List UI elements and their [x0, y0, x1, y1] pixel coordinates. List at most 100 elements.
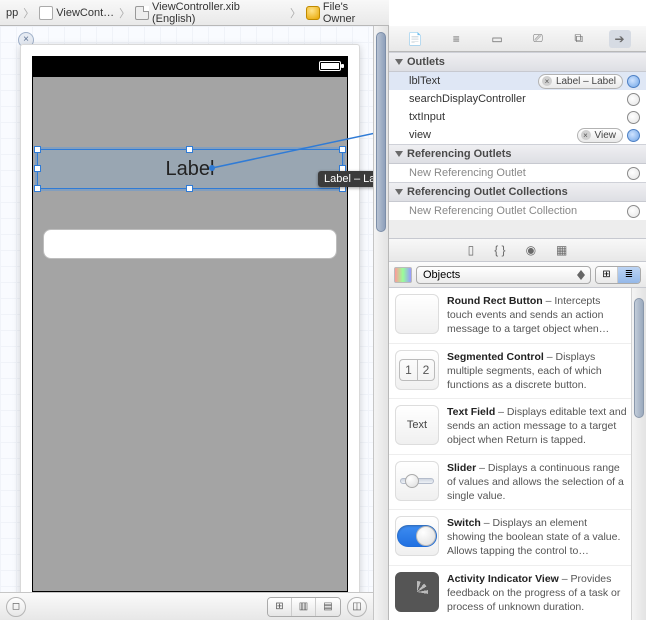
- uitextfield[interactable]: [43, 229, 337, 259]
- resize-handle[interactable]: [34, 146, 41, 153]
- scrollbar-knob[interactable]: [634, 298, 644, 418]
- referencing-outlets-header[interactable]: Referencing Outlets: [389, 144, 646, 164]
- file-inspector-tab-icon[interactable]: 📄: [404, 30, 426, 48]
- canvas-scrollbar-vertical[interactable]: [373, 26, 388, 620]
- outlets-section: lblText × Label – Label searchDisplayCon…: [389, 72, 646, 144]
- disclosure-triangle-icon: [395, 189, 403, 195]
- library-item-thumb: Text: [395, 405, 439, 445]
- quick-help-tab-icon[interactable]: ≡: [445, 30, 467, 48]
- referencing-outlets-section: New Referencing Outlet: [389, 164, 646, 182]
- library-tabs[interactable]: ▯ { } ◉ ▦: [389, 238, 646, 262]
- outlet-connector-dot[interactable]: [627, 93, 640, 106]
- outlet-row-view[interactable]: view × View: [389, 126, 646, 144]
- inspector-panel: 📄 ≡ ▭ ⎚ ⧉ ➔ Outlets lblText × Label – La…: [389, 26, 646, 620]
- outlet-connector-dot[interactable]: [627, 75, 640, 88]
- library-item-thumb: [395, 572, 439, 612]
- uilabel-selected[interactable]: Label: [37, 149, 343, 189]
- disconnect-icon[interactable]: ×: [581, 130, 591, 140]
- scrollbar-knob[interactable]: [376, 32, 386, 232]
- library-item[interactable]: Round Rect Button – Intercepts touch eve…: [389, 288, 646, 344]
- new-referencing-collection-row[interactable]: New Referencing Outlet Collection: [389, 202, 646, 220]
- outlets-title: Outlets: [407, 56, 445, 68]
- media-library-icon[interactable]: ▦: [556, 243, 567, 257]
- uilabel-text: Label: [166, 158, 215, 181]
- outlet-name: lblText: [409, 75, 440, 87]
- object-library-icon[interactable]: ◉: [526, 243, 536, 257]
- referencing-collections-section: New Referencing Outlet Collection: [389, 202, 646, 220]
- new-referencing-outlet-row[interactable]: New Referencing Outlet: [389, 164, 646, 182]
- outlet-connection-pill[interactable]: × View: [577, 128, 624, 143]
- breadcrumb-sep: 〉: [116, 5, 133, 21]
- file-icon: [39, 6, 53, 20]
- library-item-thumb: [395, 516, 439, 556]
- library-item-text: Switch – Displays an element showing the…: [447, 516, 628, 559]
- resize-behavior-button[interactable]: ◫: [347, 597, 367, 617]
- library-item[interactable]: TextText Field – Displays editable text …: [389, 399, 646, 455]
- resolve-button[interactable]: ▤: [316, 598, 340, 616]
- outlet-name: txtInput: [409, 111, 445, 123]
- attributes-inspector-tab-icon[interactable]: ⎚: [527, 30, 549, 48]
- disclosure-triangle-icon: [395, 151, 403, 157]
- outlet-connector-dot[interactable]: [627, 167, 640, 180]
- crumb-file1-label: ViewCont…: [56, 7, 114, 19]
- library-item-thumb: 12: [395, 350, 439, 390]
- align-button[interactable]: ⊞: [268, 598, 292, 616]
- resize-handle[interactable]: [34, 185, 41, 192]
- resize-handle[interactable]: [186, 146, 193, 153]
- library-item-thumb: [395, 294, 439, 334]
- library-scrollbar[interactable]: [631, 288, 646, 620]
- library-item-text: Round Rect Button – Intercepts touch eve…: [447, 294, 628, 337]
- connections-inspector-tab-icon[interactable]: ➔: [609, 30, 631, 48]
- breadcrumb-sep: 〉: [20, 5, 37, 21]
- file-template-library-icon[interactable]: ▯: [468, 243, 475, 257]
- outlet-connector-dot[interactable]: [627, 111, 640, 124]
- inspector-tabs[interactable]: 📄 ≡ ▭ ⎚ ⧉ ➔: [389, 26, 646, 52]
- outlet-name: view: [409, 129, 431, 141]
- breadcrumb[interactable]: pp 〉 ViewCont… 〉 ViewController.xib (Eng…: [0, 0, 389, 26]
- canvas-layout-segmented[interactable]: ⊞ ▥ ▤: [267, 597, 341, 617]
- outlet-row-txtinput[interactable]: txtInput: [389, 108, 646, 126]
- object-library-list[interactable]: Round Rect Button – Intercepts touch eve…: [389, 288, 646, 620]
- library-swatch-icon: [394, 267, 412, 283]
- resize-handle[interactable]: [186, 185, 193, 192]
- crumb-owner-label: File's Owner: [323, 1, 383, 25]
- outlet-connector-dot[interactable]: [627, 129, 640, 142]
- connection-tooltip: Label – La: [318, 171, 378, 187]
- list-view-button[interactable]: ≣: [618, 267, 640, 283]
- library-item-text: Slider – Displays a continuous range of …: [447, 461, 628, 504]
- library-item-text: Text Field – Displays editable text and …: [447, 405, 628, 448]
- disconnect-icon[interactable]: ×: [542, 76, 552, 86]
- outlet-connector-dot[interactable]: [627, 205, 640, 218]
- device-frame: Label: [20, 44, 360, 604]
- library-category-select[interactable]: Objects: [416, 266, 591, 284]
- outlet-row-searchdisplay[interactable]: searchDisplayController: [389, 90, 646, 108]
- size-inspector-tab-icon[interactable]: ⧉: [568, 30, 590, 48]
- xib-file-icon: [135, 6, 149, 20]
- outlets-section-header[interactable]: Outlets: [389, 52, 646, 72]
- outlet-row-lbltext[interactable]: lblText × Label – Label: [389, 72, 646, 90]
- library-item[interactable]: Switch – Displays an element showing the…: [389, 510, 646, 566]
- files-owner-icon: [306, 6, 320, 20]
- interface-builder-canvas[interactable]: × Label: [0, 26, 389, 620]
- root-view[interactable]: Label: [32, 56, 348, 592]
- outlet-connection-pill[interactable]: × Label – Label: [538, 74, 623, 89]
- library-item[interactable]: Slider – Displays a continuous range of …: [389, 455, 646, 511]
- library-item-text: Activity Indicator View – Provides feedb…: [447, 572, 628, 615]
- code-snippet-library-icon[interactable]: { }: [494, 243, 505, 257]
- resize-handle[interactable]: [339, 146, 346, 153]
- library-item[interactable]: Activity Indicator View – Provides feedb…: [389, 566, 646, 620]
- crumb-owner[interactable]: File's Owner: [304, 1, 385, 25]
- document-outline-toggle[interactable]: ◻: [6, 597, 26, 617]
- library-item[interactable]: 12Segmented Control – Displays multiple …: [389, 344, 646, 400]
- crumb-app[interactable]: pp: [4, 7, 20, 19]
- referencing-collections-header[interactable]: Referencing Outlet Collections: [389, 182, 646, 202]
- identity-inspector-tab-icon[interactable]: ▭: [486, 30, 508, 48]
- crumb-file2[interactable]: ViewController.xib (English): [133, 1, 287, 25]
- grid-view-button[interactable]: ⊞: [596, 267, 618, 283]
- library-item-thumb: [395, 461, 439, 501]
- resize-handle[interactable]: [34, 165, 41, 172]
- library-view-toggle[interactable]: ⊞ ≣: [595, 266, 641, 284]
- breadcrumb-sep: 〉: [287, 5, 304, 21]
- crumb-file1[interactable]: ViewCont…: [37, 6, 116, 20]
- pin-button[interactable]: ▥: [292, 598, 316, 616]
